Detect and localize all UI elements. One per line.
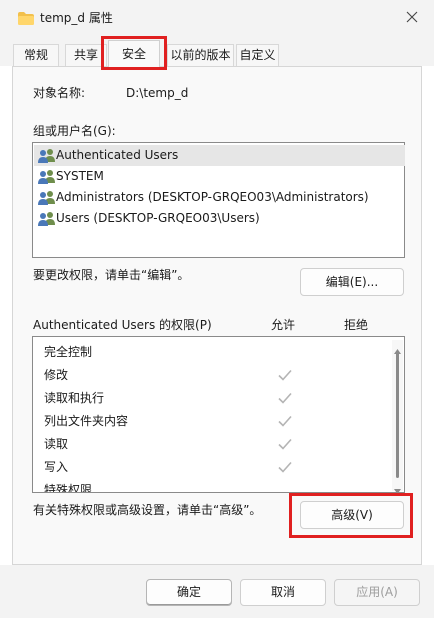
check-icon: [278, 414, 292, 428]
edit-hint: 要更改权限，请单击“编辑”。: [33, 268, 190, 282]
tab-customize[interactable]: 自定义: [236, 44, 279, 66]
check-icon: [278, 368, 292, 382]
user-name: Users (DESKTOP-GRQEO03\Users): [56, 211, 260, 225]
permission-row-read-execute: 读取和执行: [34, 387, 394, 410]
user-group-icon: [37, 211, 56, 226]
close-icon: [406, 11, 418, 26]
user-name: Authenticated Users: [56, 148, 179, 162]
permission-name: 完全控制: [44, 345, 93, 359]
edit-button[interactable]: 编辑(E)...: [300, 268, 404, 296]
permission-name: 特殊权限: [44, 483, 93, 493]
advanced-button[interactable]: 高级(V): [300, 501, 404, 529]
list-item-users[interactable]: Users (DESKTOP-GRQEO03\Users): [34, 208, 405, 229]
permission-name: 列出文件夹内容: [44, 414, 129, 428]
user-group-icon: [37, 190, 56, 205]
check-icon: [278, 437, 292, 451]
user-name: SYSTEM: [56, 169, 104, 183]
user-list[interactable]: Authenticated Users SYSTEM Administrator…: [32, 142, 405, 258]
permission-name: 写入: [44, 460, 69, 474]
check-icon: [278, 460, 292, 474]
tab-previous-versions[interactable]: 以前的版本: [167, 44, 234, 66]
check-icon: [278, 391, 292, 405]
tab-security[interactable]: 安全: [108, 40, 160, 67]
permissions-label: Authenticated Users 的权限(P): [33, 318, 212, 332]
close-button[interactable]: [398, 6, 426, 30]
cancel-button[interactable]: 取消: [240, 579, 326, 606]
permission-name: 读取: [44, 437, 69, 451]
advanced-hint: 有关特殊权限或高级设置，请单击“高级”。: [33, 503, 262, 517]
group-user-label: 组或用户名(G):: [33, 124, 116, 138]
object-name-label: 对象名称:: [33, 86, 86, 100]
scroll-thumb[interactable]: [396, 352, 399, 478]
allow-column-header: 允许: [271, 318, 296, 332]
permission-row-modify: 修改: [34, 364, 394, 387]
title-bar: temp_d 属性: [0, 0, 434, 36]
scroll-down-icon[interactable]: [394, 483, 401, 494]
list-item-authenticated-users[interactable]: Authenticated Users: [34, 145, 405, 166]
permissions-list[interactable]: 完全控制 修改 读取和执行 列出文件夹内容 读取 写入 特殊权限: [32, 336, 405, 493]
permission-row-list-folder: 列出文件夹内容: [34, 410, 394, 433]
user-group-icon: [37, 169, 56, 184]
permission-row-special: 特殊权限: [34, 479, 394, 493]
folder-icon: [18, 12, 34, 25]
permission-row-full-control: 完全控制: [34, 341, 394, 364]
ok-button[interactable]: 确定: [146, 579, 232, 606]
permission-row-read: 读取: [34, 433, 394, 456]
permission-name: 读取和执行: [44, 391, 105, 405]
tab-general[interactable]: 常规: [13, 44, 59, 66]
list-item-administrators[interactable]: Administrators (DESKTOP-GRQEO03\Administ…: [34, 187, 405, 208]
list-item-system[interactable]: SYSTEM: [34, 166, 405, 187]
user-group-icon: [37, 148, 56, 163]
user-name: Administrators (DESKTOP-GRQEO03\Administ…: [56, 190, 369, 204]
scroll-up-icon[interactable]: [394, 343, 401, 354]
permission-row-write: 写入: [34, 456, 394, 479]
deny-column-header: 拒绝: [344, 318, 369, 332]
permissions-scrollbar[interactable]: [392, 340, 403, 494]
apply-button[interactable]: 应用(A): [334, 579, 420, 606]
permission-name: 修改: [44, 368, 69, 382]
tab-sharing[interactable]: 共享: [65, 44, 107, 66]
object-name-value: D:\temp_d: [126, 86, 189, 100]
window-title: temp_d 属性: [40, 11, 113, 25]
